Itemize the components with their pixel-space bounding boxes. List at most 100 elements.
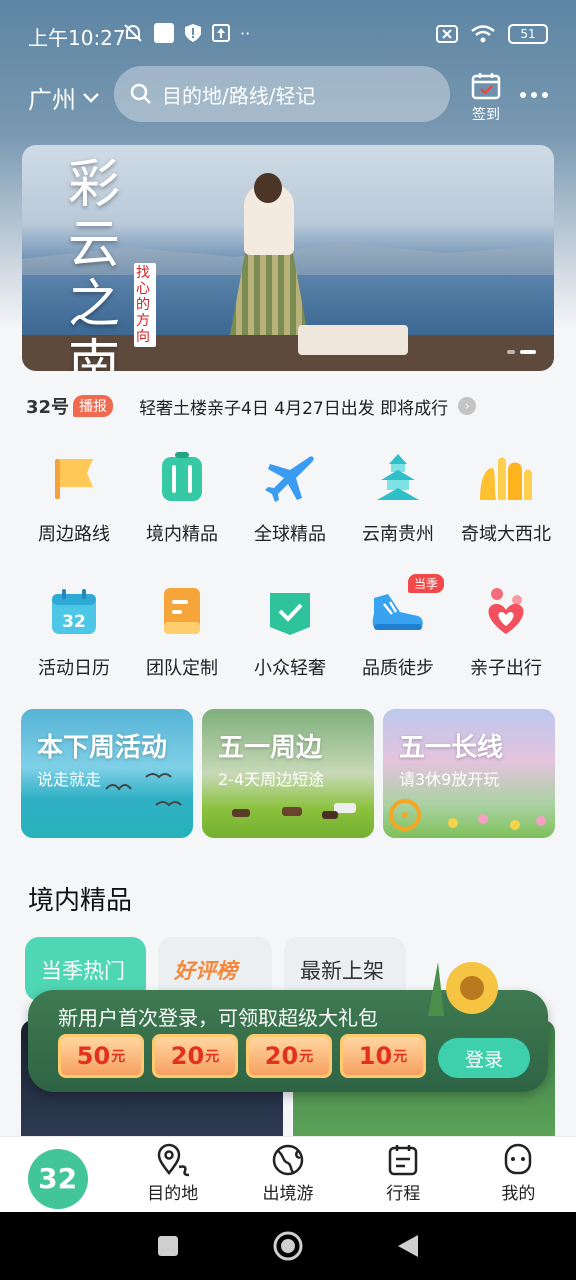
- nav-label: 我的: [501, 1184, 536, 1204]
- status-time: 上午10:27: [28, 26, 126, 50]
- map-pin-icon: [157, 1143, 189, 1177]
- coupon-ticket: 50 元: [58, 1034, 144, 1078]
- login-button[interactable]: 登录: [438, 1038, 530, 1078]
- promo-subtitle: 请3休9放开玩: [399, 770, 500, 789]
- notebook-icon: [154, 584, 210, 640]
- promo-subtitle: 说走就走: [37, 770, 102, 789]
- category-grid: 周边路线 境内精品 全球精品 云南贵州 奇域大西北 32 活动日历 团队定制 小…: [20, 450, 564, 680]
- category-item-niche-luxury[interactable]: 小众轻奢: [236, 584, 344, 680]
- promo-card-mayday-long[interactable]: 五一长线 请3休9放开玩: [383, 709, 555, 838]
- ticket-unit: 元: [111, 1049, 126, 1065]
- nav-label: 出境游: [262, 1184, 314, 1204]
- calendar-icon-text: 32: [62, 612, 86, 632]
- city-label: 广州: [28, 86, 76, 114]
- hiking-shoe-icon: [370, 584, 426, 640]
- category-label: 全球精品: [254, 524, 326, 545]
- promo-title: 五一周边: [218, 733, 323, 763]
- shield-alert-icon: [185, 24, 201, 42]
- status-bar: 上午10:27 ·· 51: [0, 0, 576, 64]
- category-item-quality-hiking[interactable]: 当季 品质徒步: [344, 574, 452, 680]
- coupon-ticket: 20 元: [246, 1034, 332, 1078]
- coupon-ticket: 10 元: [340, 1034, 426, 1078]
- category-label: 境内精品: [146, 524, 218, 545]
- globe-icon: [272, 1144, 304, 1176]
- more-menu-button[interactable]: [520, 92, 548, 98]
- notice-tag: 播报: [73, 395, 114, 417]
- bottom-nav: 32 目的地 出境游 行程 我的: [0, 1136, 576, 1212]
- notice-brand: 32号: [26, 397, 70, 418]
- city-selector[interactable]: 广州: [28, 80, 100, 115]
- category-label: 云南贵州: [362, 524, 434, 545]
- category-label: 活动日历: [38, 658, 110, 679]
- flag-icon: [46, 450, 102, 506]
- ticket-amount: 20: [264, 1042, 299, 1070]
- luggage-icon: [154, 450, 210, 506]
- category-item-global[interactable]: 全球精品: [236, 450, 344, 546]
- back-icon[interactable]: [396, 1233, 420, 1259]
- nav-outbound[interactable]: 出境游: [230, 1137, 345, 1212]
- calendar-icon: 32: [46, 584, 102, 640]
- promo-title: 五一长线: [399, 733, 504, 763]
- new-user-coupon-popup[interactable]: 新用户首次登录，可领取超级大礼包 50 元 20 元 20 元 10 元 登录: [28, 962, 548, 1092]
- nav-label: 行程: [386, 1184, 421, 1204]
- category-item-domestic[interactable]: 境内精品: [128, 450, 236, 546]
- category-item-yunnan-guizhou[interactable]: 云南贵州: [344, 450, 452, 546]
- banner-table: [298, 325, 408, 355]
- hero-banner[interactable]: 彩云之南 找心的方向: [22, 145, 554, 371]
- banner-person-head: [254, 173, 282, 203]
- recent-apps-icon[interactable]: [156, 1234, 180, 1258]
- category-label: 奇域大西北: [461, 524, 551, 545]
- ticket-unit: 元: [299, 1049, 314, 1065]
- more-dot: [531, 92, 537, 98]
- category-item-family-trip[interactable]: 亲子出行: [452, 584, 560, 680]
- sim-off-icon: [436, 25, 458, 43]
- banner-subtitle: 找心的方向: [134, 263, 156, 347]
- home-circle-icon[interactable]: [272, 1230, 304, 1262]
- promo-title: 本下周活动: [37, 733, 168, 763]
- system-navigation-bar: [0, 1212, 576, 1280]
- nav-itinerary[interactable]: 行程: [346, 1137, 461, 1212]
- notice-bar[interactable]: 32号 播报 轻奢土楼亲子4日 4月27日出发 即将成行 ›: [26, 392, 526, 420]
- airplane-icon: [262, 450, 318, 506]
- category-item-activity-calendar[interactable]: 32 活动日历: [20, 584, 128, 680]
- category-item-northwest[interactable]: 奇域大西北: [452, 450, 560, 546]
- banner-dot: [507, 350, 515, 354]
- category-label: 周边路线: [38, 524, 110, 545]
- category-item-team-custom[interactable]: 团队定制: [128, 584, 236, 680]
- horses-illustration: [232, 803, 356, 819]
- chevron-right-icon: ›: [458, 397, 477, 415]
- pagoda-icon: [370, 450, 426, 506]
- category-label: 亲子出行: [470, 658, 542, 679]
- promo-subtitle: 2-4天周边短途: [218, 770, 325, 789]
- promo-card-weekly[interactable]: 本下周活动 说走就走: [21, 709, 193, 838]
- category-label: 团队定制: [146, 658, 218, 679]
- nav-destination[interactable]: 目的地: [115, 1137, 230, 1212]
- upload-icon: [212, 24, 230, 42]
- itinerary-icon: [388, 1145, 418, 1176]
- more-dot: [542, 92, 548, 98]
- category-item-nearby-routes[interactable]: 周边路线: [20, 450, 128, 546]
- ticket-amount: 10: [358, 1042, 393, 1070]
- ticket-amount: 50: [76, 1042, 111, 1070]
- chevron-down-icon: [83, 92, 99, 103]
- signin-button[interactable]: 签到: [466, 72, 506, 124]
- nav-profile[interactable]: 我的: [461, 1137, 576, 1212]
- seagulls-illustration: [105, 773, 182, 807]
- flowers-illustration: [448, 814, 546, 830]
- section-title: 境内精品: [28, 886, 133, 916]
- mute-bell-icon: [124, 24, 142, 42]
- promo-card-mayday-nearby[interactable]: 五一周边 2-4天周边短途: [202, 709, 374, 838]
- ticket-unit: 元: [205, 1049, 220, 1065]
- coupon-ticket: 20 元: [152, 1034, 238, 1078]
- ticket-amount: 20: [170, 1042, 205, 1070]
- check-badge-icon: [262, 584, 318, 640]
- search-input[interactable]: 目的地/路线/轻记: [114, 66, 450, 122]
- family-heart-icon: [478, 584, 534, 640]
- more-dot: [520, 92, 526, 98]
- sunflower-illustration: [428, 962, 498, 1016]
- nav-home[interactable]: 32: [0, 1137, 115, 1212]
- calendar-check-icon: [471, 73, 501, 100]
- status-icons-right: 51: [436, 24, 548, 44]
- battery-indicator: 51: [508, 24, 548, 44]
- notification-square-icon: [154, 23, 174, 43]
